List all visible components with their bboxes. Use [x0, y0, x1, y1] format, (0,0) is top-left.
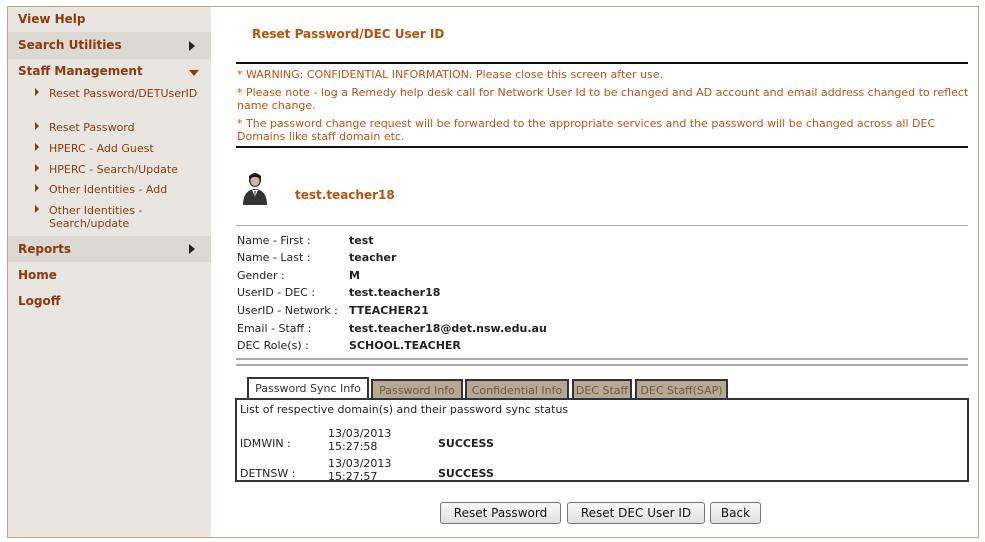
sidebar-view-help[interactable]: View Help — [8, 7, 211, 32]
info-row-email: Email - Staff : test.teacher18@det.nsw.ed… — [237, 320, 547, 337]
sidebar-reports[interactable]: Reports — [8, 236, 211, 262]
bullet-arrow-icon — [35, 205, 39, 213]
info-row-gender: Gender : M — [237, 267, 360, 284]
sync-status: SUCCESS — [438, 437, 494, 450]
sidebar-item-label: Other Identities - Search/update — [49, 204, 143, 230]
sidebar-item-other-identities-search[interactable]: Other Identities - Search/update — [8, 204, 179, 234]
sidebar-staff-management[interactable]: Staff Management — [8, 59, 211, 84]
info-row-first-name: Name - First : test — [237, 232, 374, 249]
tab-dec-staff-sap[interactable]: DEC Staff(SAP) — [635, 379, 728, 399]
sync-date: 13/03/2013 — [328, 427, 392, 440]
sidebar-item-hperc-search-update[interactable]: HPERC - Search/Update — [8, 163, 211, 183]
sync-time: 15:27:58 — [328, 440, 378, 453]
info-value: SCHOOL.TEACHER — [349, 339, 461, 352]
sync-domain: DETNSW : — [240, 467, 296, 480]
app-frame: View Help Search Utilities Staff Managem… — [7, 6, 979, 538]
sidebar-item-label: Reset Password/DETUserID — [49, 87, 198, 100]
info-label: Gender : — [237, 269, 285, 282]
sync-timestamp: 13/03/2013 15:27:57 — [328, 457, 391, 483]
sidebar: View Help Search Utilities Staff Managem… — [8, 7, 211, 537]
divider — [236, 364, 968, 366]
info-row-userid-network: UserID - Network : TTEACHER21 — [237, 302, 429, 319]
info-label: DEC Role(s) : — [237, 339, 309, 352]
sync-timestamp: 13/03/2013 15:27:58 — [328, 427, 391, 453]
info-value: test.teacher18 — [349, 286, 441, 299]
reset-password-button[interactable]: Reset Password — [440, 502, 561, 524]
user-avatar-icon — [243, 173, 267, 205]
sidebar-item-reset-password[interactable]: Reset Password — [8, 121, 211, 142]
sync-status: SUCCESS — [438, 467, 494, 480]
sidebar-item-hperc-add-guest[interactable]: HPERC - Add Guest — [8, 142, 211, 163]
sync-description: List of respective domain(s) and their p… — [240, 403, 569, 416]
sidebar-reports-label: Reports — [18, 242, 72, 256]
info-value: M — [349, 269, 360, 282]
tab-confidential-info[interactable]: Confidential Info — [465, 379, 569, 399]
collapse-arrow-icon — [189, 69, 199, 76]
user-display-name: test.teacher18 — [295, 188, 395, 202]
divider — [236, 146, 968, 148]
warning-password-forward: * The password change request will be fo… — [237, 117, 936, 143]
sidebar-logoff[interactable]: Logoff — [8, 288, 211, 314]
divider — [236, 225, 968, 226]
sidebar-item-label: HPERC - Add Guest — [49, 142, 154, 155]
sidebar-home-label: Home — [18, 268, 57, 282]
sync-date: 13/03/2013 — [328, 457, 392, 470]
sidebar-staff-management-label: Staff Management — [18, 64, 143, 78]
password-sync-panel: List of respective domain(s) and their p… — [235, 398, 969, 483]
bullet-arrow-icon — [35, 143, 39, 151]
info-value: TTEACHER21 — [349, 304, 429, 317]
warning-confidential: * WARNING: CONFIDENTIAL INFORMATION. Ple… — [237, 68, 664, 81]
sync-time: 15:27:57 — [328, 470, 378, 483]
tab-dec-staff[interactable]: DEC Staff — [572, 379, 632, 399]
expand-arrow-icon — [189, 40, 195, 51]
sidebar-view-help-label: View Help — [18, 12, 86, 26]
sidebar-item-reset-password-detuserid[interactable]: Reset Password/DETUserID — [8, 87, 211, 121]
divider — [236, 62, 968, 64]
tab-password-sync-info[interactable]: Password Sync Info — [247, 377, 369, 399]
warning-remedy-note: * Please note - log a Remedy help desk c… — [237, 86, 969, 112]
tab-password-info[interactable]: Password Info — [371, 379, 463, 399]
main-content: Reset Password/DEC User ID * WARNING: CO… — [211, 7, 978, 537]
bullet-arrow-icon — [35, 122, 39, 130]
info-value: teacher — [349, 251, 397, 264]
sidebar-logoff-label: Logoff — [18, 294, 61, 308]
bullet-arrow-icon — [35, 184, 39, 192]
info-row-dec-roles: DEC Role(s) : SCHOOL.TEACHER — [237, 337, 461, 354]
info-label: Name - First : — [237, 234, 311, 247]
info-label: UserID - DEC : — [237, 286, 316, 299]
expand-arrow-icon — [189, 244, 195, 254]
sidebar-item-label: HPERC - Search/Update — [49, 163, 178, 176]
staff-management-submenu: Reset Password/DETUserID Reset Password … — [8, 87, 211, 234]
reset-dec-user-id-button[interactable]: Reset DEC User ID — [567, 502, 705, 524]
sidebar-item-other-identities-add[interactable]: Other Identities - Add — [8, 183, 211, 204]
back-button[interactable]: Back — [710, 502, 761, 524]
sync-domain: IDMWIN : — [240, 437, 291, 450]
info-row-last-name: Name - Last : teacher — [237, 249, 396, 266]
bullet-arrow-icon — [35, 88, 39, 96]
page-title: Reset Password/DEC User ID — [252, 27, 445, 41]
sidebar-home[interactable]: Home — [8, 262, 211, 288]
sidebar-search-utilities-label: Search Utilities — [18, 38, 122, 52]
sidebar-item-label: Reset Password — [49, 121, 135, 134]
info-label: Email - Staff : — [237, 322, 312, 335]
divider — [236, 358, 968, 360]
bullet-arrow-icon — [35, 164, 39, 172]
sidebar-search-utilities[interactable]: Search Utilities — [8, 32, 211, 59]
info-label: Name - Last : — [237, 251, 311, 264]
sidebar-item-label: Other Identities - Add — [49, 183, 168, 196]
info-value: test.teacher18@det.nsw.edu.au — [349, 322, 547, 335]
info-label: UserID - Network : — [237, 304, 338, 317]
info-row-userid-dec: UserID - DEC : test.teacher18 — [237, 284, 440, 301]
info-value: test — [349, 234, 374, 247]
